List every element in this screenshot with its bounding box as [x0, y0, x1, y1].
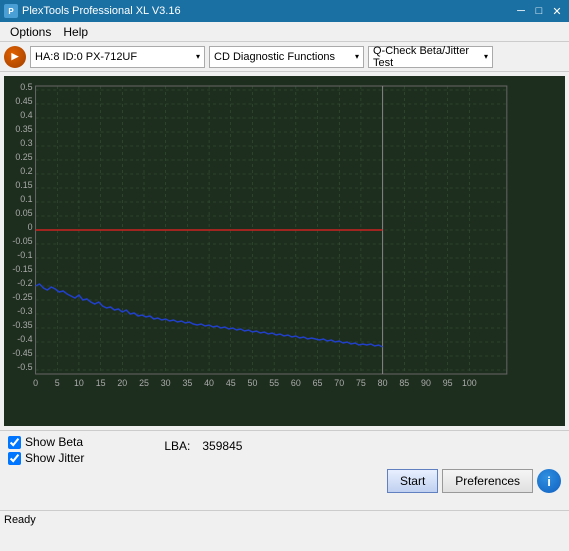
show-jitter-item: Show Jitter [8, 451, 84, 465]
svg-text:0.25: 0.25 [15, 152, 32, 162]
menu-help[interactable]: Help [57, 24, 94, 40]
svg-text:50: 50 [248, 378, 258, 388]
svg-text:10: 10 [74, 378, 84, 388]
show-beta-label: Show Beta [25, 435, 83, 449]
svg-text:0: 0 [33, 378, 38, 388]
title-bar-left: P PlexTools Professional XL V3.16 [4, 4, 181, 18]
show-jitter-label: Show Jitter [25, 451, 84, 465]
svg-text:0.4: 0.4 [20, 110, 32, 120]
svg-text:0.35: 0.35 [15, 124, 32, 134]
svg-text:0: 0 [28, 222, 33, 232]
svg-text:95: 95 [443, 378, 453, 388]
svg-text:5: 5 [55, 378, 60, 388]
title-bar: P PlexTools Professional XL V3.16 ─ □ ✕ [0, 0, 569, 22]
close-button[interactable]: ✕ [549, 3, 565, 19]
svg-text:0.05: 0.05 [15, 208, 32, 218]
toolbar: ▶ HA:8 ID:0 PX-712UF ▾ CD Diagnostic Fun… [0, 42, 569, 72]
minimize-button[interactable]: ─ [513, 3, 529, 19]
lba-row: LBA: 359845 [164, 439, 242, 453]
svg-text:0.5: 0.5 [20, 82, 32, 92]
svg-text:15: 15 [96, 378, 106, 388]
svg-text:75: 75 [356, 378, 366, 388]
svg-text:55: 55 [269, 378, 279, 388]
test-label: Q-Check Beta/Jitter Test [373, 45, 480, 69]
svg-text:85: 85 [399, 378, 409, 388]
svg-text:-0.4: -0.4 [17, 334, 32, 344]
svg-text:-0.25: -0.25 [12, 292, 32, 302]
svg-text:-0.2: -0.2 [17, 278, 32, 288]
window-title: PlexTools Professional XL V3.16 [22, 5, 181, 17]
svg-text:35: 35 [182, 378, 192, 388]
svg-text:0.1: 0.1 [20, 194, 32, 204]
show-beta-item: Show Beta [8, 435, 83, 449]
svg-text:25: 25 [139, 378, 149, 388]
device-combo[interactable]: HA:8 ID:0 PX-712UF ▾ [30, 46, 205, 68]
status-text: Ready [4, 514, 36, 526]
device-arrow: ▾ [196, 52, 200, 61]
menu-bar: Options Help [0, 22, 569, 42]
svg-text:40: 40 [204, 378, 214, 388]
lba-value: 359845 [202, 439, 242, 453]
svg-text:-0.1: -0.1 [17, 250, 32, 260]
device-label: HA:8 ID:0 PX-712UF [35, 51, 137, 63]
function-arrow: ▾ [355, 52, 359, 61]
function-label: CD Diagnostic Functions [214, 51, 335, 63]
app-icon: P [4, 4, 18, 18]
preferences-button[interactable]: Preferences [442, 469, 533, 493]
chart-svg: 0.5 0.45 0.4 0.35 0.3 0.25 0.2 0.15 0.1 … [4, 76, 565, 426]
svg-text:30: 30 [161, 378, 171, 388]
svg-text:-0.3: -0.3 [17, 306, 32, 316]
chart-container: High Low 0.5 0.45 0.4 0.35 0.3 0.25 0.2 … [4, 76, 565, 426]
svg-text:60: 60 [291, 378, 301, 388]
svg-text:70: 70 [334, 378, 344, 388]
title-controls: ─ □ ✕ [513, 3, 565, 19]
bottom-controls: Show Beta Show Jitter LBA: 359845 Start … [0, 430, 569, 510]
svg-text:80: 80 [378, 378, 388, 388]
test-arrow: ▾ [484, 52, 488, 61]
svg-text:0.15: 0.15 [15, 180, 32, 190]
svg-text:100: 100 [462, 378, 477, 388]
function-combo[interactable]: CD Diagnostic Functions ▾ [209, 46, 364, 68]
toolbar-icon: ▶ [4, 46, 26, 68]
info-button[interactable]: i [537, 469, 561, 493]
buttons-row: Start Preferences i [8, 469, 561, 493]
svg-text:45: 45 [226, 378, 236, 388]
svg-text:0.3: 0.3 [20, 138, 32, 148]
svg-text:-0.15: -0.15 [12, 264, 32, 274]
checkboxes-row: Show Beta Show Jitter [8, 435, 84, 465]
svg-text:65: 65 [313, 378, 323, 388]
svg-text:-0.35: -0.35 [12, 320, 32, 330]
svg-text:-0.45: -0.45 [12, 348, 32, 358]
svg-text:-0.05: -0.05 [12, 236, 32, 246]
lba-label: LBA: [164, 439, 190, 453]
start-button[interactable]: Start [387, 469, 438, 493]
test-combo[interactable]: Q-Check Beta/Jitter Test ▾ [368, 46, 493, 68]
show-beta-checkbox[interactable] [8, 436, 21, 449]
svg-text:0.45: 0.45 [15, 96, 32, 106]
menu-options[interactable]: Options [4, 24, 57, 40]
status-bar: Ready [0, 510, 569, 528]
svg-text:20: 20 [117, 378, 127, 388]
svg-text:-0.5: -0.5 [17, 362, 32, 372]
svg-text:90: 90 [421, 378, 431, 388]
restore-button[interactable]: □ [531, 3, 547, 19]
svg-text:0.2: 0.2 [20, 166, 32, 176]
show-jitter-checkbox[interactable] [8, 452, 21, 465]
